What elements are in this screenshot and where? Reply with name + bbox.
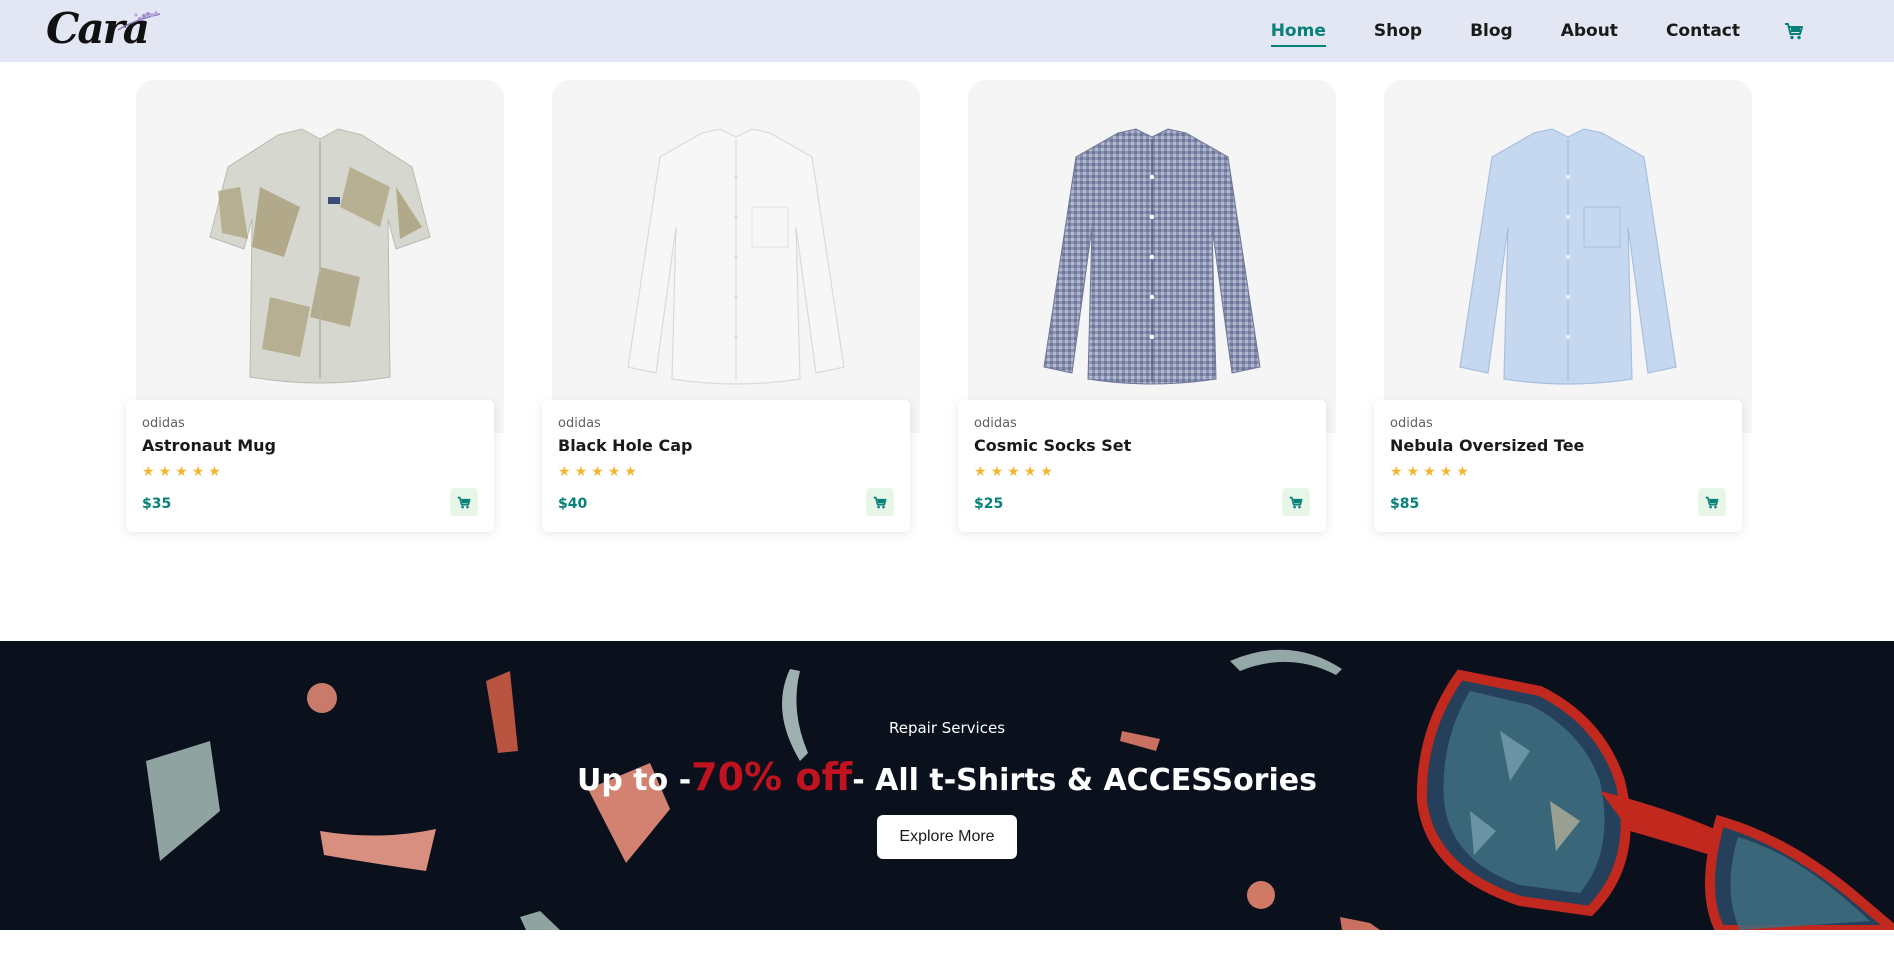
- rating-stars: ★ ★ ★ ★ ★: [558, 465, 894, 479]
- product-info: odidas Nebula Oversized Tee ★ ★ ★ ★ ★ $85: [1374, 400, 1742, 532]
- star-icon: ★: [175, 464, 188, 480]
- star-icon: ★: [208, 464, 221, 480]
- add-to-cart-button[interactable]: [1698, 488, 1726, 516]
- cart-icon[interactable]: [1784, 22, 1804, 40]
- star-icon: ★: [1406, 464, 1420, 480]
- gingham-shirt-icon: [1043, 127, 1261, 384]
- product-image[interactable]: [968, 80, 1336, 433]
- product-image[interactable]: [136, 80, 504, 433]
- product-price: $85: [1390, 496, 1420, 512]
- white-shirt-icon: [627, 127, 845, 385]
- star-icon: ★: [574, 464, 588, 480]
- rating-stars: ★ ★ ★ ★ ★: [1390, 465, 1726, 479]
- star-icon: ★: [558, 464, 571, 480]
- product-brand: odidas: [558, 416, 601, 431]
- nav-home[interactable]: Home: [1270, 21, 1327, 47]
- product-info: odidas Cosmic Socks Set ★ ★ ★ ★ ★ $25: [958, 400, 1326, 532]
- banner-title-prefix: Up to -: [577, 763, 692, 798]
- banner-title: Up to -70% off- All t-Shirts & ACCESSori…: [577, 755, 1317, 799]
- product-brand: odidas: [142, 416, 185, 431]
- site-header: Cara Home Shop Blog About Contact: [0, 0, 1894, 62]
- banner-title-suffix: - All t-Shirts & ACCESSories: [852, 763, 1317, 798]
- star-icon: ★: [990, 464, 1004, 480]
- product-name[interactable]: Cosmic Socks Set: [974, 436, 1310, 455]
- product-image[interactable]: [552, 80, 920, 433]
- product-info: odidas Astronaut Mug ★ ★ ★ ★ ★ $35: [126, 400, 494, 532]
- product-card[interactable]: odidas Nebula Oversized Tee ★ ★ ★ ★ ★ $85: [1374, 80, 1752, 532]
- product-price: $40: [558, 496, 588, 512]
- star-icon: ★: [1023, 464, 1037, 480]
- banner-content: Repair Services Up to -70% off- All t-Sh…: [0, 641, 1894, 930]
- banner-subtitle: Repair Services: [888, 719, 1006, 737]
- product-card[interactable]: odidas Cosmic Socks Set ★ ★ ★ ★ ★ $25: [958, 80, 1336, 532]
- cart-icon: [873, 496, 887, 508]
- promo-banner: Repair Services Up to -70% off- All t-Sh…: [0, 641, 1894, 930]
- product-brand: odidas: [974, 416, 1017, 431]
- product-info: odidas Black Hole Cap ★ ★ ★ ★ ★ $40: [542, 400, 910, 532]
- logo[interactable]: Cara: [44, 4, 164, 56]
- nav-contact[interactable]: Contact: [1666, 21, 1740, 41]
- add-to-cart-button[interactable]: [866, 488, 894, 516]
- star-icon: ★: [1390, 464, 1403, 480]
- main-nav: Home Shop Blog About Contact: [1223, 0, 1804, 62]
- product-image[interactable]: [1384, 80, 1752, 433]
- star-icon: ★: [142, 464, 155, 480]
- rating-stars: ★ ★ ★ ★ ★: [142, 465, 478, 479]
- cart-icon: [1289, 496, 1303, 508]
- nav-blog[interactable]: Blog: [1470, 21, 1513, 41]
- add-to-cart-button[interactable]: [1282, 488, 1310, 516]
- product-price: $25: [974, 496, 1004, 512]
- star-icon: ★: [607, 464, 621, 480]
- nav-shop[interactable]: Shop: [1374, 21, 1422, 41]
- product-card[interactable]: odidas Black Hole Cap ★ ★ ★ ★ ★ $40: [542, 80, 920, 532]
- star-icon: ★: [974, 464, 987, 480]
- product-name[interactable]: Black Hole Cap: [558, 436, 894, 455]
- star-icon: ★: [1456, 464, 1469, 480]
- star-icon: ★: [1007, 464, 1020, 480]
- lavender-sprig-icon: [117, 11, 161, 31]
- star-icon: ★: [1439, 464, 1453, 480]
- star-icon: ★: [1040, 464, 1053, 480]
- add-to-cart-button[interactable]: [450, 488, 478, 516]
- star-icon: ★: [591, 464, 604, 480]
- product-name[interactable]: Astronaut Mug: [142, 436, 478, 455]
- product-card[interactable]: odidas Astronaut Mug ★ ★ ★ ★ ★ $35: [126, 80, 504, 532]
- page-footer-gap: [0, 930, 1894, 958]
- nav-about[interactable]: About: [1561, 21, 1618, 41]
- star-icon: ★: [1423, 464, 1436, 480]
- product-name[interactable]: Nebula Oversized Tee: [1390, 436, 1726, 455]
- banner-title-highlight: 70% off: [691, 755, 853, 799]
- star-icon: ★: [624, 464, 637, 480]
- rating-stars: ★ ★ ★ ★ ★: [974, 465, 1310, 479]
- patterned-shirt-icon: [209, 127, 431, 383]
- cart-icon: [457, 496, 471, 508]
- product-brand: odidas: [1390, 416, 1433, 431]
- light-blue-shirt-icon: [1459, 127, 1677, 385]
- star-icon: ★: [191, 464, 205, 480]
- star-icon: ★: [158, 464, 172, 480]
- explore-more-button[interactable]: Explore More: [877, 815, 1017, 859]
- cart-icon: [1705, 496, 1719, 508]
- product-grid: odidas Astronaut Mug ★ ★ ★ ★ ★ $35 odida…: [126, 80, 1766, 540]
- product-price: $35: [142, 496, 172, 512]
